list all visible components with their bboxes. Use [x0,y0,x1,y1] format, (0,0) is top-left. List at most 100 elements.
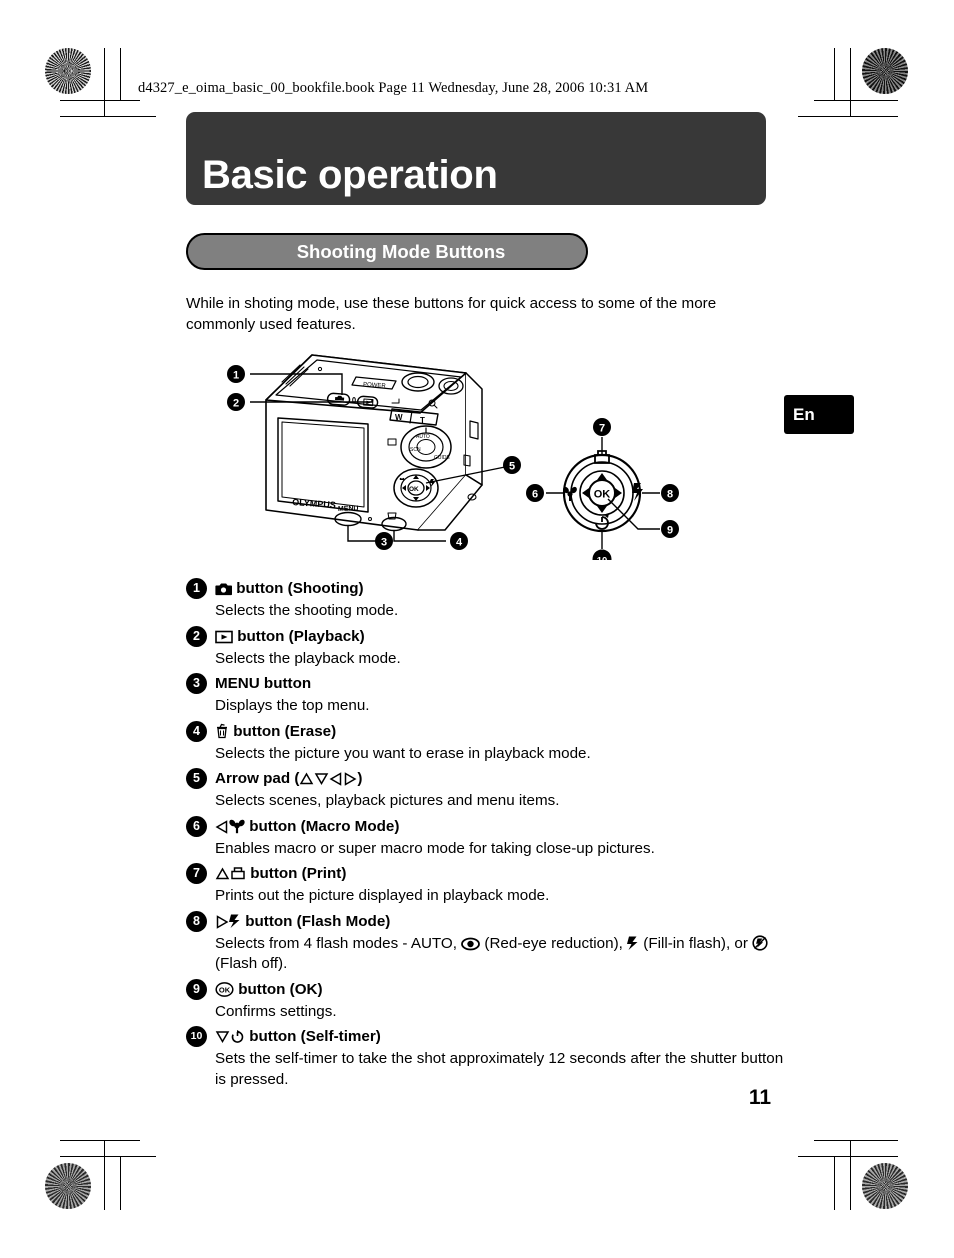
item-title: button (Self-timer) [249,1028,381,1045]
svg-text:9: 9 [667,525,673,537]
trim-line [814,100,898,101]
figure-callout-8: 8 [661,484,679,502]
rosette-mark [862,1163,908,1209]
registration-mark [786,1163,830,1207]
item-description: Selects from 4 flash modes - AUTO, (Red-… [215,932,786,977]
trim-line [120,1156,121,1210]
section-heading-label: Shooting Mode Buttons [296,240,506,262]
figure-callout-9: 9 [661,520,679,538]
registration-mark [455,1163,499,1207]
list-item: 7 button (Print) Prints out the picture … [186,863,786,909]
list-item: 4 button (Erase) Selects the picture you… [186,720,786,767]
item-number: 5 [186,768,207,789]
print-icon [230,866,246,881]
arrow-right-icon [215,914,229,929]
item-title-line: button (Shooting) [215,578,364,599]
svg-text:1: 1 [233,370,239,382]
figure-callout-1: 1 [227,365,245,383]
svg-text:8: 8 [667,489,673,501]
registration-mark [786,62,830,106]
rosette-mark [862,48,908,94]
item-heading: 9 OK button (OK) [186,978,786,1000]
item-description: Selects scenes, playback pictures and me… [215,792,560,809]
item-heading: 2 button (Playback) [186,625,786,647]
item-title: button (Playback) [237,627,365,645]
item-description: Confirms settings. [215,1002,337,1020]
svg-text:3: 3 [381,537,387,549]
figure-callout-2: 2 [227,393,245,411]
self-timer-icon [230,1029,245,1044]
arrow-up-icon [299,772,314,786]
item-number: 1 [186,578,207,599]
svg-text:4: 4 [456,537,463,549]
trim-line [850,48,851,116]
item-number: 3 [186,673,207,694]
svg-text:OK: OK [594,489,611,501]
item-title-line: button (Flash Mode) [215,911,390,932]
item-heading: 7 button (Print) [186,863,786,884]
desc-part-3: (Fill-in flash), or [639,934,753,952]
list-item: 10 button (Self-timer) Sets the self-tim… [186,1026,786,1092]
item-heading: 6 button (Macro Mode) [186,815,786,837]
item-title-line: button (Macro Mode) [215,816,399,837]
trim-line [60,1156,156,1157]
section-heading-pill: Shooting Mode Buttons [186,233,588,270]
trim-line [104,48,105,116]
item-number: 8 [186,910,207,932]
desc-part-1: Selects from 4 flash modes - AUTO, [215,934,462,952]
figure-callout-10: 10 [592,549,612,560]
fill-in-flash-icon [627,935,639,951]
arrow-left-icon [329,772,343,786]
trim-line [798,1156,898,1157]
svg-text:GUIDE: GUIDE [434,455,451,461]
trim-line [814,1140,898,1141]
camera-icon [215,582,232,596]
registration-mark [842,1098,886,1142]
svg-text:W: W [395,413,403,422]
item-heading: 5 Arrow pad () [186,768,786,789]
red-eye-reduction-icon [461,937,481,951]
item-description: Selects the shooting mode. [215,602,399,619]
figure-callout-6: 6 [526,484,544,502]
flash-icon [229,913,241,929]
item-title: button (Macro Mode) [249,817,400,835]
trim-line [120,48,121,100]
item-number: 10 [186,1026,207,1047]
list-item: 8 button (Flash Mode) Selects from 4 fla… [186,910,786,977]
trim-line [834,1156,835,1210]
playback-icon [215,630,233,644]
item-title-line: button (Erase) [215,721,336,742]
item-title-line: button (Print) [215,863,346,884]
item-description: Enables macro or super macro mode for ta… [215,839,655,857]
item-title-line: OK button (OK) [215,979,323,1000]
item-title: button (Print) [250,865,347,882]
desc-part-2: (Red-eye reduction), [480,934,628,952]
page-title-banner: Basic operation [186,112,766,205]
list-item: 2 button (Playback) Selects the playback… [186,625,786,672]
list-item: 5 Arrow pad () Selects scenes, playback … [186,768,786,814]
trim-line [60,100,140,101]
ok-icon: OK [215,981,234,997]
figure-callout-5: 5 [503,456,521,474]
trim-line [104,1140,105,1210]
camera-illustration-svg: POWER OLYMPUS W T AUTO SCN GUIDE OK MENU… [227,354,679,560]
item-description: Prints out the picture displayed in play… [215,887,550,904]
svg-text:T: T [420,416,425,425]
item-heading: 4 button (Erase) [186,720,786,742]
flash-off-icon [752,934,768,951]
item-description: Selects the playback mode. [215,649,401,667]
item-number: 7 [186,863,207,884]
item-title: button (Erase) [233,722,337,740]
trim-line [60,1140,140,1141]
page-title: Basic operation [202,153,498,197]
registration-mark [52,120,96,164]
trim-line [798,116,898,117]
registration-mark [108,1163,152,1207]
trim-line [834,48,835,100]
item-title: MENU button [215,675,312,692]
button-description-list: 1 button (Shooting) Selects the shooting… [186,578,786,1094]
registration-mark [842,120,886,164]
item-title: button (Flash Mode) [245,912,391,930]
arrow-down-icon [215,1030,230,1044]
svg-text:2: 2 [233,398,239,410]
